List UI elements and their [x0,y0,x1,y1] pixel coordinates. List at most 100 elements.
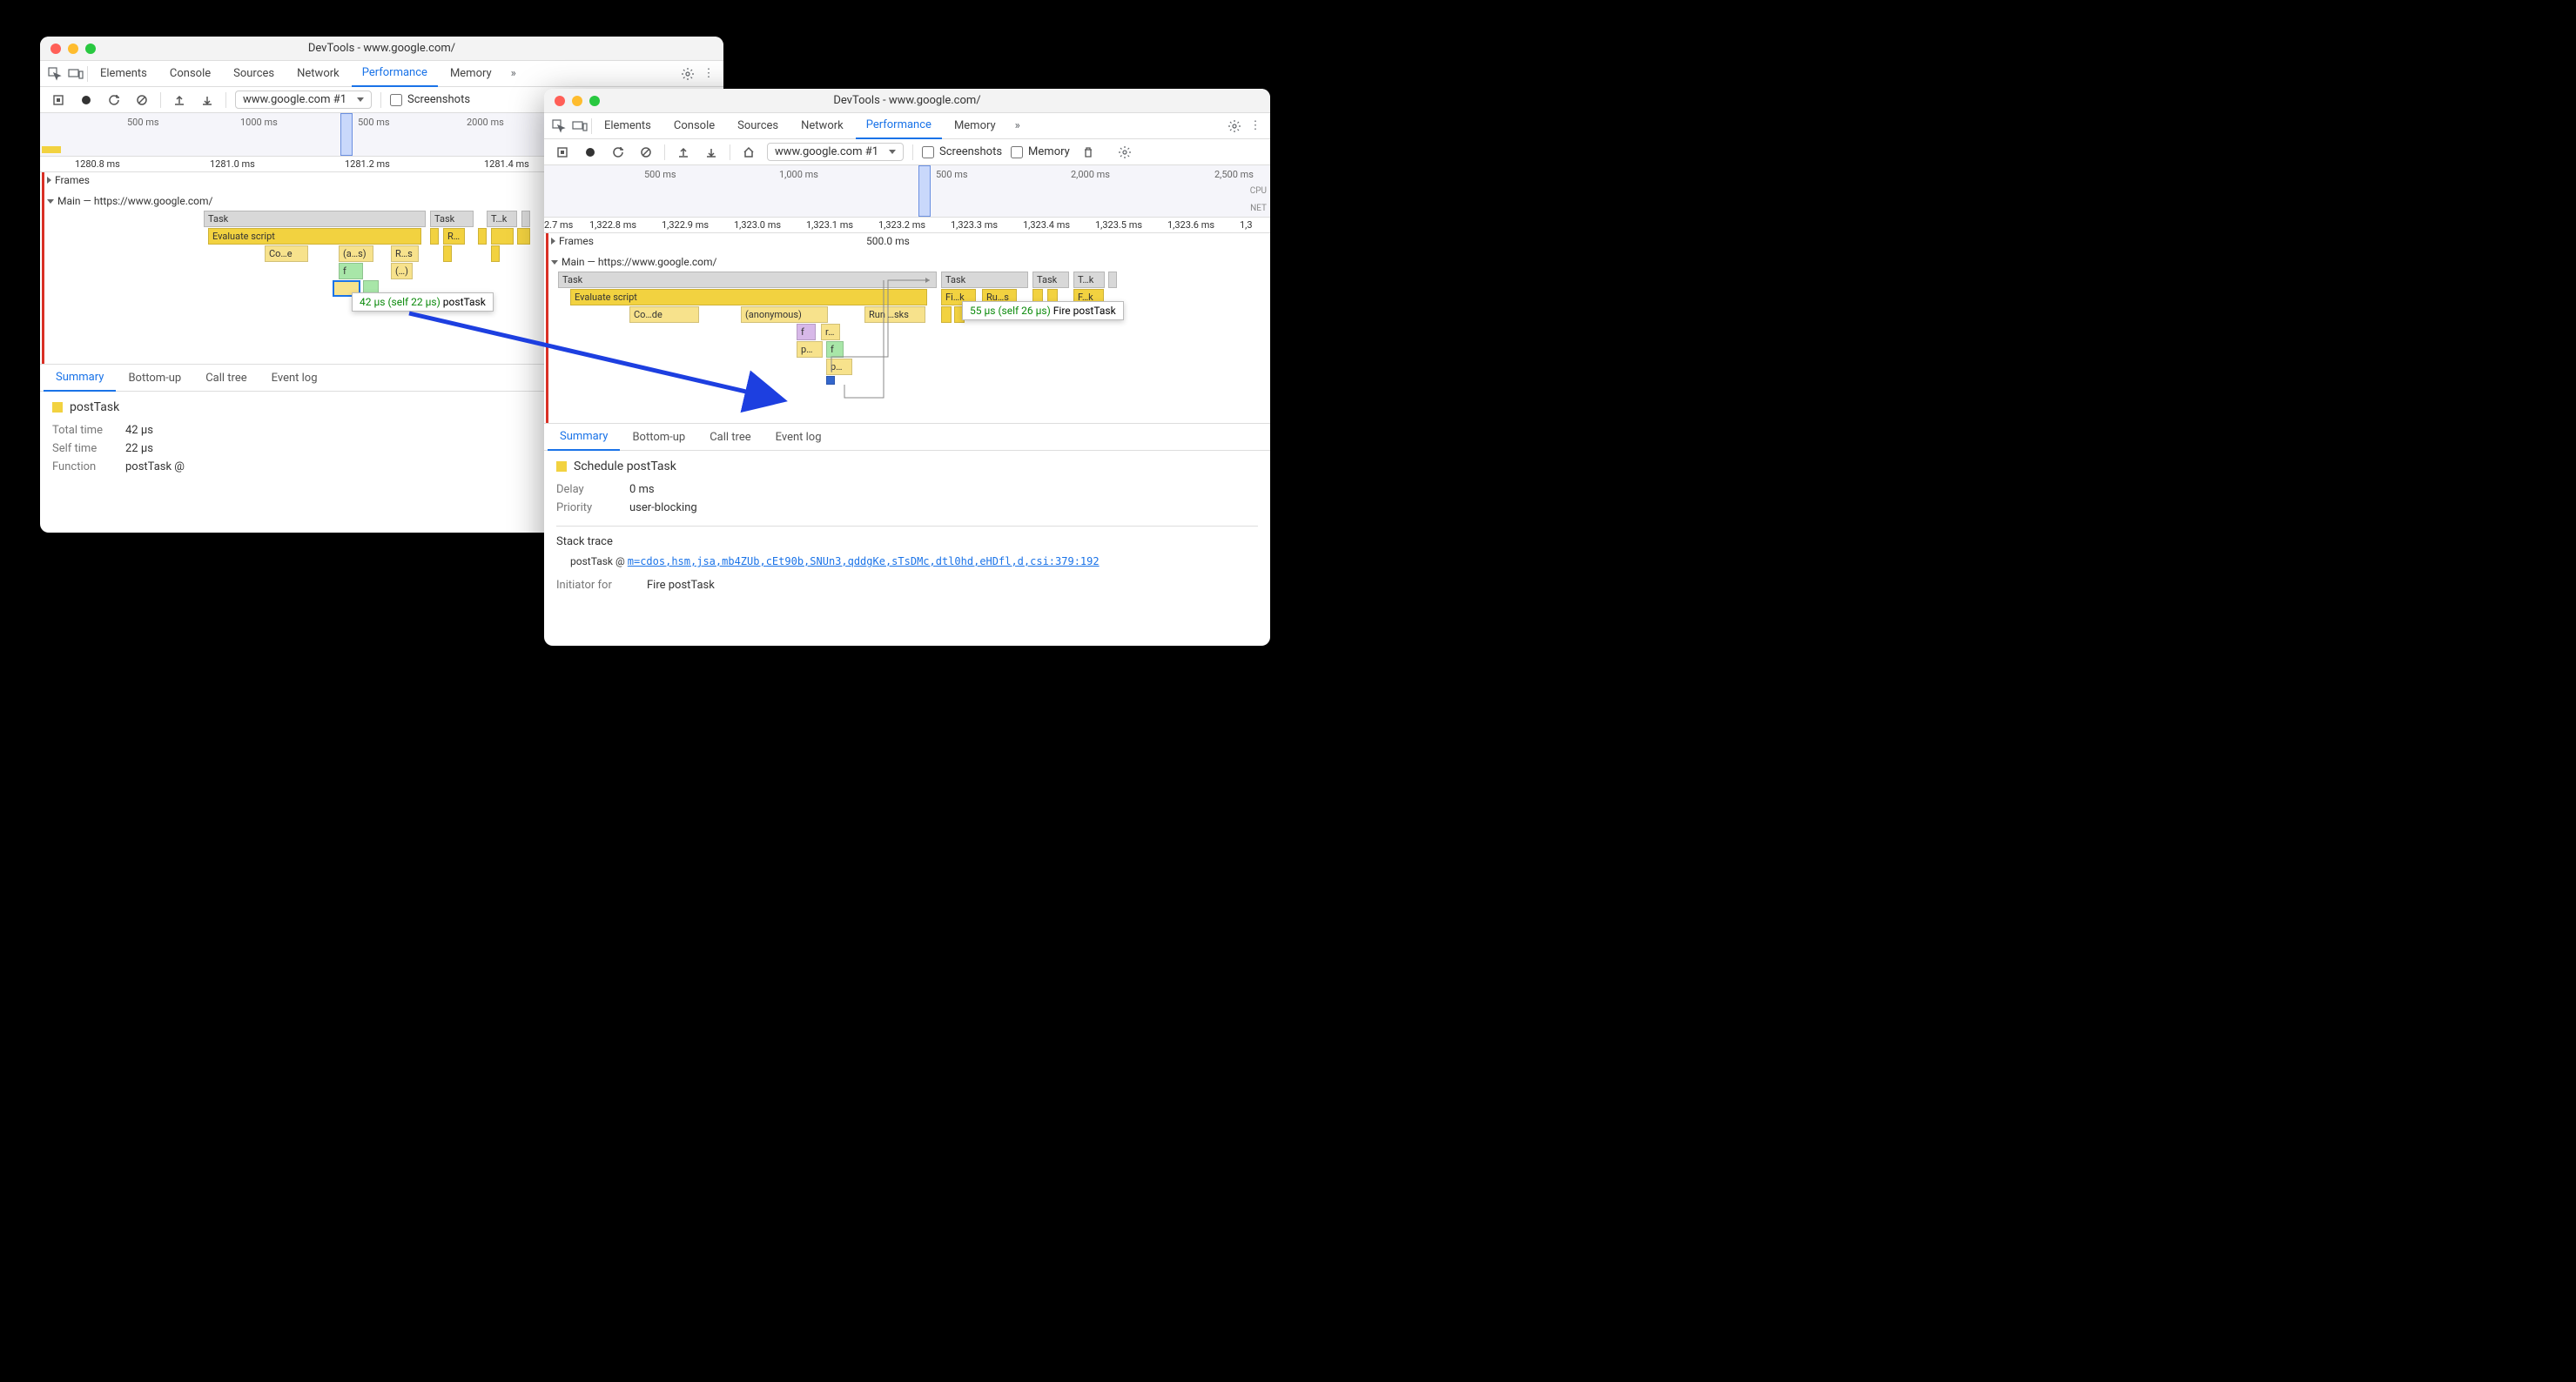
flame-bar[interactable] [1108,272,1117,288]
flame-bar-selected[interactable] [826,376,835,385]
flame-bar[interactable] [430,228,439,245]
flame-bar-task[interactable]: Task [941,272,1028,288]
settings-icon[interactable] [1225,117,1244,136]
screenshots-checkbox[interactable]: Screenshots [390,93,470,106]
flame-bar[interactable]: Run …sks [864,306,925,323]
subtab-summary[interactable]: Summary [548,423,620,451]
flame-bar[interactable]: r… [821,324,840,340]
download-icon[interactable] [198,91,217,110]
traffic-lights[interactable] [40,44,96,54]
flame-bar-evaluate[interactable]: Evaluate script [208,228,421,245]
clear-icon[interactable] [132,91,151,110]
flame-bar-evaluate[interactable]: Evaluate script [570,289,927,305]
flame-bar[interactable]: f [826,341,844,358]
close-icon[interactable] [555,96,565,106]
home-icon[interactable] [739,143,758,162]
overview-timeline[interactable]: 500 ms 1,000 ms 500 ms 2,000 ms 2,500 ms… [544,165,1270,218]
flame-bar[interactable]: Co…de [629,306,699,323]
subtab-bottomup[interactable]: Bottom-up [116,364,193,392]
tab-performance[interactable]: Performance [352,61,438,87]
inspect-icon[interactable] [45,64,64,84]
record-icon[interactable] [553,143,572,162]
flame-bar[interactable] [521,211,530,227]
tab-memory[interactable]: Memory [440,61,502,87]
tab-sources[interactable]: Sources [727,113,789,139]
kebab-icon[interactable]: ⋮ [699,64,718,84]
tab-elements[interactable]: Elements [594,113,662,139]
flame-bar[interactable] [491,228,514,245]
flame-chart[interactable]: Frames500.0 ms Main — https://www.google… [544,233,1270,423]
flame-bar[interactable] [517,228,530,245]
subtab-calltree[interactable]: Call tree [697,423,763,451]
tab-console[interactable]: Console [159,61,221,87]
upload-icon[interactable] [674,143,693,162]
time-ruler[interactable]: 2.7 ms 1,322.8 ms 1,322.9 ms 1,323.0 ms … [544,218,1270,233]
screenshots-checkbox[interactable]: Screenshots [922,145,1002,158]
flame-bar[interactable]: R…s [391,245,419,262]
clear-icon[interactable] [636,143,656,162]
subtab-calltree[interactable]: Call tree [193,364,259,392]
tab-console[interactable]: Console [663,113,725,139]
flame-bar[interactable]: p… [826,359,852,375]
subtab-summary[interactable]: Summary [44,364,116,392]
tab-network[interactable]: Network [790,113,854,139]
more-tabs-icon[interactable]: » [504,64,523,84]
stack-trace-link[interactable]: m=cdos,hsm,jsa,mb4ZUb,cEt90b,SNUn3,qddgK… [628,555,1100,567]
settings-icon[interactable] [1115,143,1134,162]
flame-bar[interactable]: p… [797,341,823,358]
record-circle-icon[interactable] [77,91,96,110]
reload-icon[interactable] [609,143,628,162]
flame-bar[interactable] [478,228,487,245]
stack-call: postTask @ [570,555,625,567]
upload-icon[interactable] [170,91,189,110]
flame-bar[interactable]: Co…e [265,245,308,262]
flame-bar-task[interactable]: Task [1032,272,1069,288]
overview-marker[interactable] [918,165,931,217]
flame-bar-task[interactable]: Task [430,211,474,227]
inspect-icon[interactable] [549,117,568,136]
flame-bar[interactable] [443,245,452,262]
record-circle-icon[interactable] [581,143,600,162]
traffic-lights[interactable] [544,96,600,106]
tab-sources[interactable]: Sources [223,61,285,87]
flame-bar[interactable] [491,245,500,262]
tab-network[interactable]: Network [286,61,350,87]
minimize-icon[interactable] [572,96,582,106]
device-icon[interactable] [570,117,589,136]
minimize-icon[interactable] [68,44,78,54]
subtab-bottomup[interactable]: Bottom-up [620,423,697,451]
tab-performance[interactable]: Performance [856,113,942,139]
flame-bar[interactable] [941,306,952,323]
device-icon[interactable] [66,64,85,84]
close-icon[interactable] [50,44,61,54]
memory-checkbox[interactable]: Memory [1011,145,1070,158]
subtab-eventlog[interactable]: Event log [763,423,834,451]
settings-icon[interactable] [678,64,697,84]
flame-bar[interactable]: (anonymous) [741,306,828,323]
record-icon[interactable] [49,91,68,110]
flame-bar[interactable]: (…) [391,263,413,279]
flame-bar[interactable]: R… [443,228,465,245]
recording-select[interactable]: www.google.com #1 [235,91,372,109]
kebab-icon[interactable]: ⋮ [1246,117,1265,136]
main-track[interactable]: Main — https://www.google.com/ [544,254,1270,270]
flame-bar-task[interactable]: Task [558,272,937,288]
frames-track[interactable]: Frames500.0 ms [544,233,1270,249]
reload-icon[interactable] [104,91,124,110]
tab-elements[interactable]: Elements [90,61,158,87]
subtab-eventlog[interactable]: Event log [259,364,330,392]
flame-bar-task[interactable]: Task [204,211,426,227]
flame-bar-task[interactable]: T…k [1073,272,1105,288]
flame-bar[interactable]: f [797,324,816,340]
tab-memory[interactable]: Memory [944,113,1006,139]
more-tabs-icon[interactable]: » [1008,117,1027,136]
maximize-icon[interactable] [85,44,96,54]
flame-bar[interactable]: (a…s) [339,245,373,262]
download-icon[interactable] [702,143,721,162]
gc-icon[interactable] [1079,143,1098,162]
overview-marker[interactable] [340,113,353,156]
maximize-icon[interactable] [589,96,600,106]
flame-bar[interactable]: f [339,263,363,279]
flame-bar-task[interactable]: T…k [487,211,517,227]
recording-select[interactable]: www.google.com #1 [767,143,904,161]
